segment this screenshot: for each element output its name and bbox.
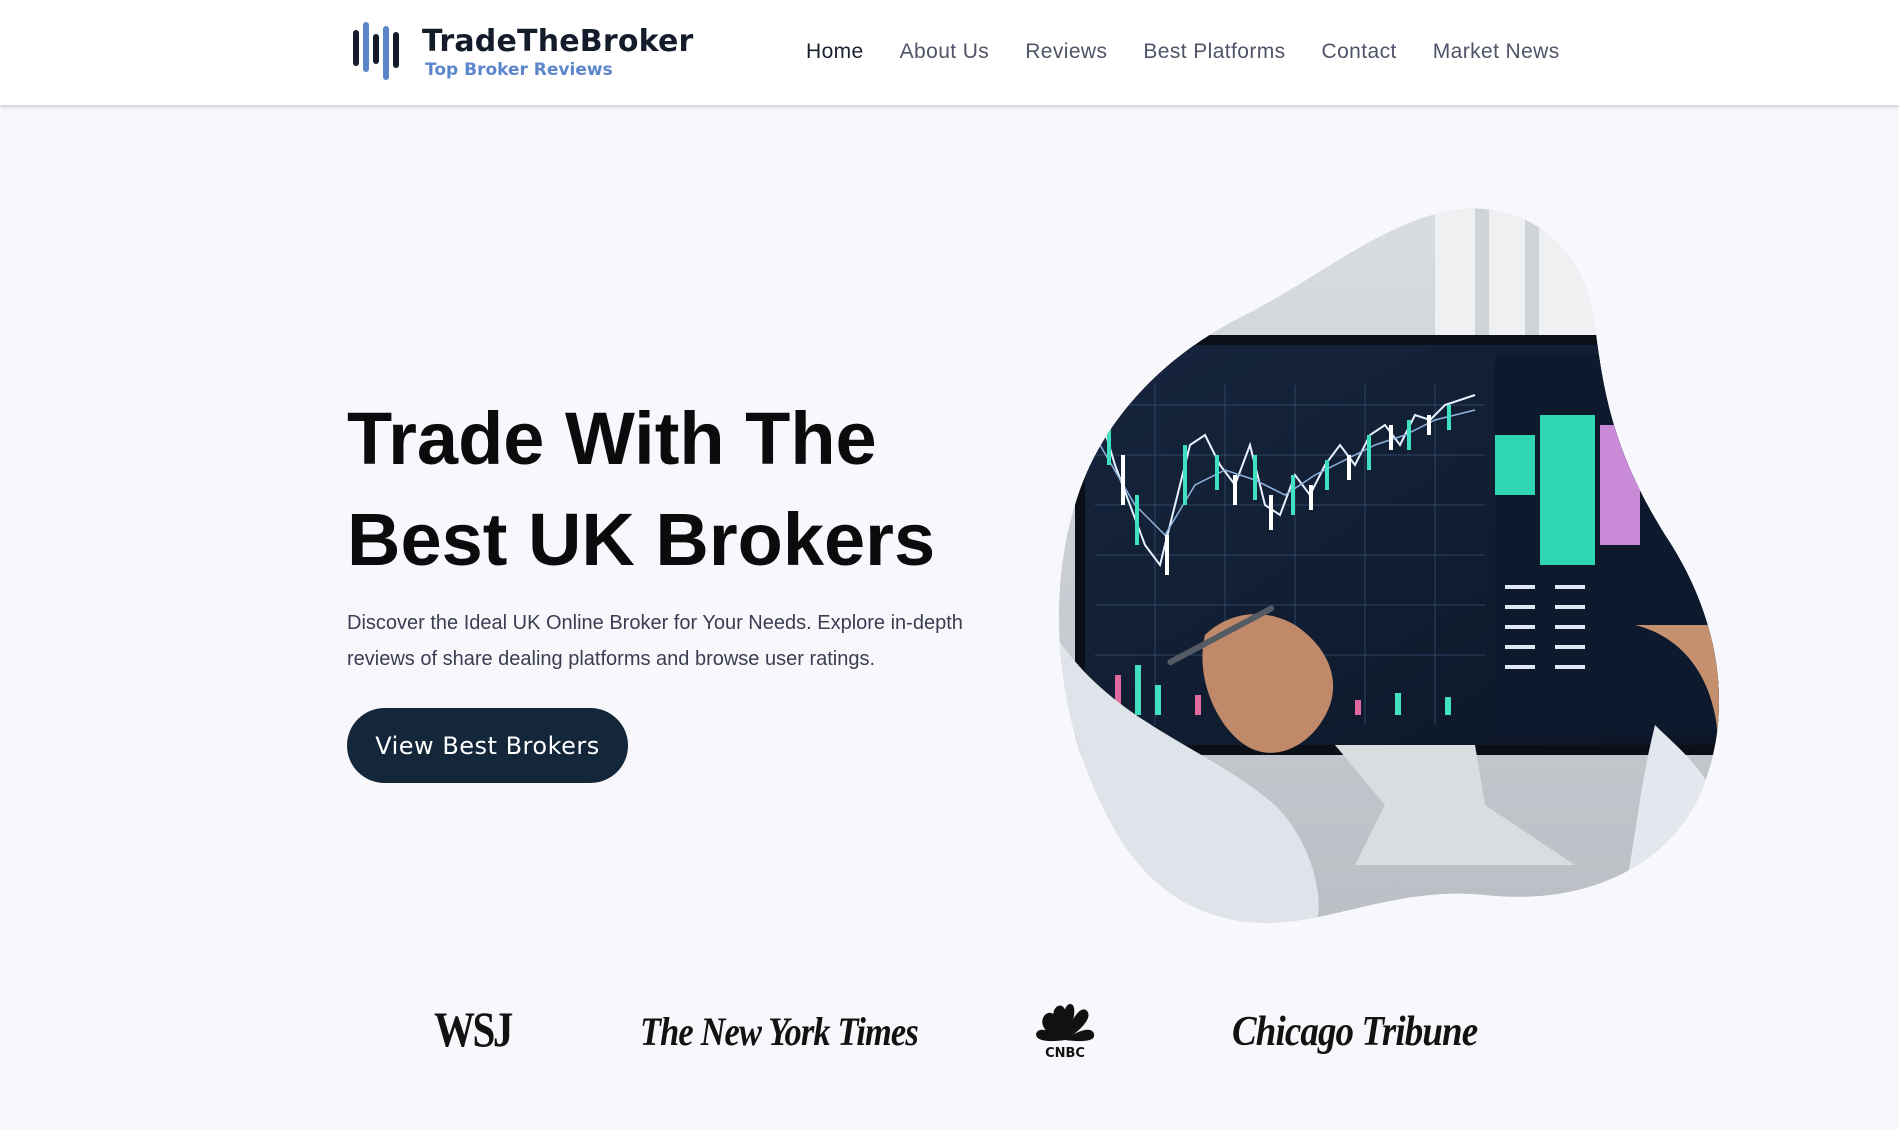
nav-reviews[interactable]: Reviews bbox=[1025, 40, 1107, 66]
nav-market-news[interactable]: Market News bbox=[1433, 40, 1560, 66]
brand-name: TradeTheBroker bbox=[422, 24, 694, 59]
press-logos: WSJ The New York Times CNBC Chicago Trib… bbox=[0, 1000, 1899, 1070]
nav-about-us[interactable]: About Us bbox=[900, 40, 990, 66]
site-logo[interactable]: TradeTheBroker Top Broker Reviews bbox=[352, 18, 693, 82]
trading-screen-photo bbox=[1058, 208, 1720, 923]
bars-logo-icon bbox=[353, 22, 399, 80]
wsj-logo: WSJ bbox=[434, 1001, 513, 1057]
hero-title-line-1: Trade With The bbox=[347, 397, 877, 480]
hero-title-line-2: Best UK Brokers bbox=[347, 498, 936, 581]
hero-title: Trade With The Best UK Brokers bbox=[347, 388, 1047, 590]
nav-contact[interactable]: Contact bbox=[1322, 40, 1397, 66]
svg-text:CNBC: CNBC bbox=[1045, 1046, 1085, 1060]
view-best-brokers-button[interactable]: View Best Brokers bbox=[347, 708, 628, 783]
site-header: TradeTheBroker Top Broker Reviews Home A… bbox=[0, 0, 1899, 105]
nav-home[interactable]: Home bbox=[806, 40, 864, 66]
cnbc-peacock-logo-icon: CNBC bbox=[1036, 1004, 1095, 1060]
chicago-tribune-logo: Chicago Tribune bbox=[1232, 1009, 1478, 1055]
nav-best-platforms[interactable]: Best Platforms bbox=[1143, 40, 1285, 66]
nyt-logo: The New York Times bbox=[640, 1009, 919, 1054]
main-nav: Home About Us Reviews Best Platforms Con… bbox=[806, 40, 1596, 66]
brand-tagline: Top Broker Reviews bbox=[425, 60, 613, 80]
hero-description: Discover the Ideal UK Online Broker for … bbox=[347, 612, 963, 670]
